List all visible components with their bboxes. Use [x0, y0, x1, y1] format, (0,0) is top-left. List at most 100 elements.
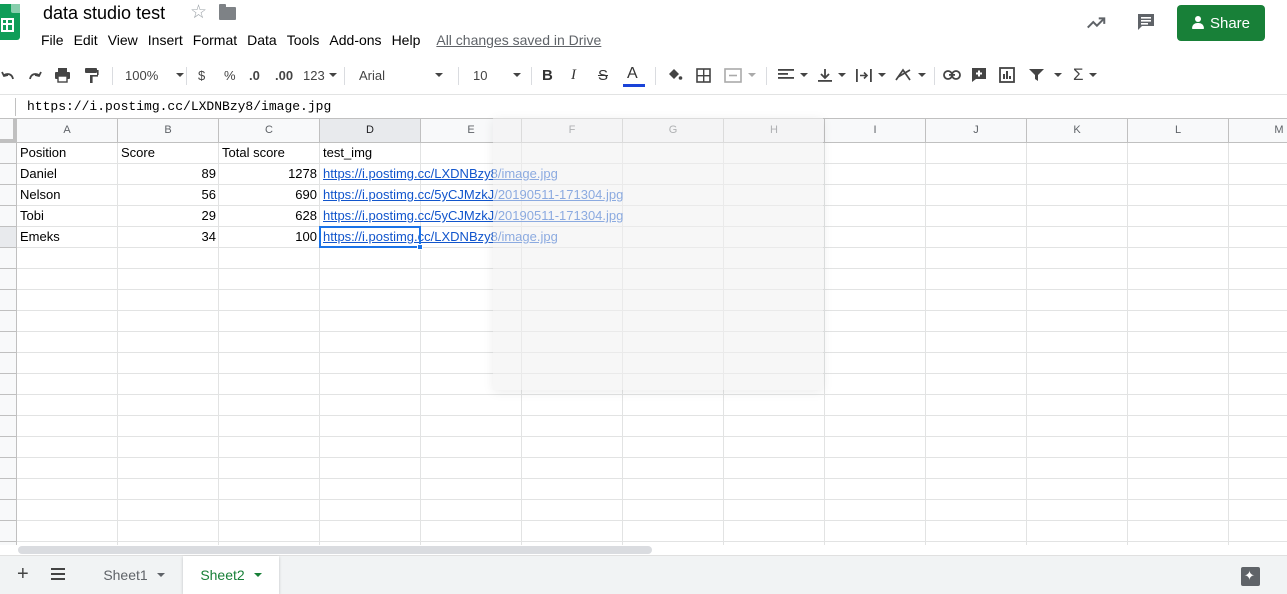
row-header[interactable]	[0, 164, 17, 185]
select-all-corner[interactable]	[0, 119, 17, 143]
fill-color-icon[interactable]	[666, 60, 683, 90]
row-header[interactable]	[0, 374, 17, 395]
total-score-cell[interactable]: 690	[219, 185, 320, 206]
score-cell[interactable]: 29	[118, 206, 219, 227]
insert-comment-icon[interactable]	[971, 60, 987, 90]
total-score-cell[interactable]: 100	[219, 227, 320, 248]
image-link-cell[interactable]: https://i.postimg.cc/5yCJMzkJ/20190511-1…	[320, 206, 626, 227]
scrollbar-thumb[interactable]	[18, 546, 652, 554]
row-header[interactable]	[0, 458, 17, 479]
column-header-j[interactable]: J	[926, 119, 1027, 143]
row-header[interactable]	[0, 416, 17, 437]
vertical-align-icon[interactable]	[818, 60, 846, 90]
save-status-link[interactable]: All changes saved in Drive	[436, 32, 601, 48]
paint-format-icon[interactable]	[84, 60, 99, 90]
italic-button[interactable]: I	[571, 60, 576, 90]
image-link-cell[interactable]: https://i.postimg.cc/LXDNBzy8/image.jpg	[320, 227, 561, 248]
menu-view[interactable]: View	[103, 30, 143, 50]
column-header-k[interactable]: K	[1027, 119, 1128, 143]
strikethrough-button[interactable]: S	[598, 60, 608, 90]
menu-file[interactable]: File	[36, 30, 69, 50]
activity-trend-icon[interactable]	[1085, 12, 1107, 34]
column-header-m[interactable]: M	[1229, 119, 1287, 143]
filter-icon[interactable]	[1029, 60, 1062, 90]
menu-format[interactable]: Format	[188, 30, 242, 50]
sheet-tab-sheet2[interactable]: Sheet2	[183, 556, 279, 594]
folder-icon[interactable]	[219, 4, 236, 20]
position-cell[interactable]: Emeks	[17, 227, 63, 248]
row-header[interactable]	[0, 332, 17, 353]
column-header-d[interactable]: D	[320, 119, 421, 143]
print-icon[interactable]	[54, 60, 71, 90]
explore-icon[interactable]	[1241, 567, 1260, 586]
font-size-select[interactable]: 10	[473, 60, 522, 90]
column-header-i[interactable]: I	[825, 119, 926, 143]
menu-addons[interactable]: Add-ons	[324, 30, 386, 50]
text-wrapping-icon[interactable]	[856, 60, 886, 90]
redo-icon[interactable]	[27, 60, 43, 90]
menu-tools[interactable]: Tools	[282, 30, 325, 50]
menu-help[interactable]: Help	[387, 30, 426, 50]
column-header-g[interactable]: G	[623, 119, 724, 143]
row-header[interactable]	[0, 248, 17, 269]
sheets-logo-icon[interactable]	[0, 4, 20, 40]
decrease-decimal-button[interactable]: .0	[249, 60, 260, 90]
formula-input[interactable]: https://i.postimg.cc/LXDNBzy8/image.jpg	[27, 99, 331, 114]
image-link-cell[interactable]: https://i.postimg.cc/LXDNBzy8/image.jpg	[320, 164, 561, 185]
row-header[interactable]	[0, 500, 17, 521]
functions-button[interactable]: Σ	[1073, 60, 1097, 90]
text-rotation-icon[interactable]	[895, 60, 926, 90]
column-header-l[interactable]: L	[1128, 119, 1229, 143]
zoom-select[interactable]: 100%	[125, 60, 185, 90]
header-cell[interactable]: Score	[118, 143, 158, 164]
column-header-e[interactable]: E	[421, 119, 522, 143]
comment-icon[interactable]	[1136, 12, 1156, 32]
document-title[interactable]: data studio test	[43, 3, 165, 24]
position-cell[interactable]: Nelson	[17, 185, 63, 206]
percent-format-button[interactable]: %	[224, 60, 236, 90]
position-cell[interactable]: Daniel	[17, 164, 60, 185]
add-sheet-button[interactable]: +	[17, 564, 29, 584]
row-header[interactable]	[0, 353, 17, 374]
row-header[interactable]	[0, 227, 17, 248]
bold-button[interactable]: B	[542, 60, 553, 90]
undo-icon[interactable]	[0, 60, 16, 90]
menu-data[interactable]: Data	[242, 30, 282, 50]
score-cell[interactable]: 89	[118, 164, 219, 185]
column-header-f[interactable]: F	[522, 119, 623, 143]
row-header[interactable]	[0, 311, 17, 332]
font-family-select[interactable]: Arial	[359, 60, 444, 90]
borders-icon[interactable]	[696, 60, 711, 90]
header-cell[interactable]: Position	[17, 143, 69, 164]
total-score-cell[interactable]: 628	[219, 206, 320, 227]
column-header-a[interactable]: A	[17, 119, 118, 143]
fill-handle[interactable]	[417, 244, 423, 250]
all-sheets-list-icon[interactable]	[51, 568, 65, 580]
more-formats-button[interactable]: 123	[303, 60, 337, 90]
row-header[interactable]	[0, 395, 17, 416]
row-header[interactable]	[0, 290, 17, 311]
horizontal-scrollbar[interactable]	[0, 545, 1287, 555]
menu-insert[interactable]: Insert	[143, 30, 188, 50]
increase-decimal-button[interactable]: .00	[275, 60, 293, 90]
merge-cells-icon[interactable]	[724, 60, 756, 90]
sheet-tab-sheet1[interactable]: Sheet1	[87, 556, 181, 594]
insert-link-icon[interactable]	[943, 60, 961, 90]
score-cell[interactable]: 56	[118, 185, 219, 206]
position-cell[interactable]: Tobi	[17, 206, 47, 227]
column-header-b[interactable]: B	[118, 119, 219, 143]
star-icon[interactable]: ☆	[190, 3, 207, 23]
row-header[interactable]	[0, 521, 17, 542]
row-header[interactable]	[0, 437, 17, 458]
currency-format-button[interactable]: $	[198, 60, 205, 90]
share-button[interactable]: Share	[1177, 5, 1265, 41]
text-color-button[interactable]: A	[623, 60, 645, 90]
row-header[interactable]	[0, 206, 17, 227]
menu-edit[interactable]: Edit	[69, 30, 103, 50]
total-score-cell[interactable]: 1278	[219, 164, 320, 185]
row-header[interactable]	[0, 143, 17, 164]
row-header[interactable]	[0, 185, 17, 206]
header-cell[interactable]: Total score	[219, 143, 288, 164]
column-header-c[interactable]: C	[219, 119, 320, 143]
insert-chart-icon[interactable]	[999, 60, 1015, 90]
